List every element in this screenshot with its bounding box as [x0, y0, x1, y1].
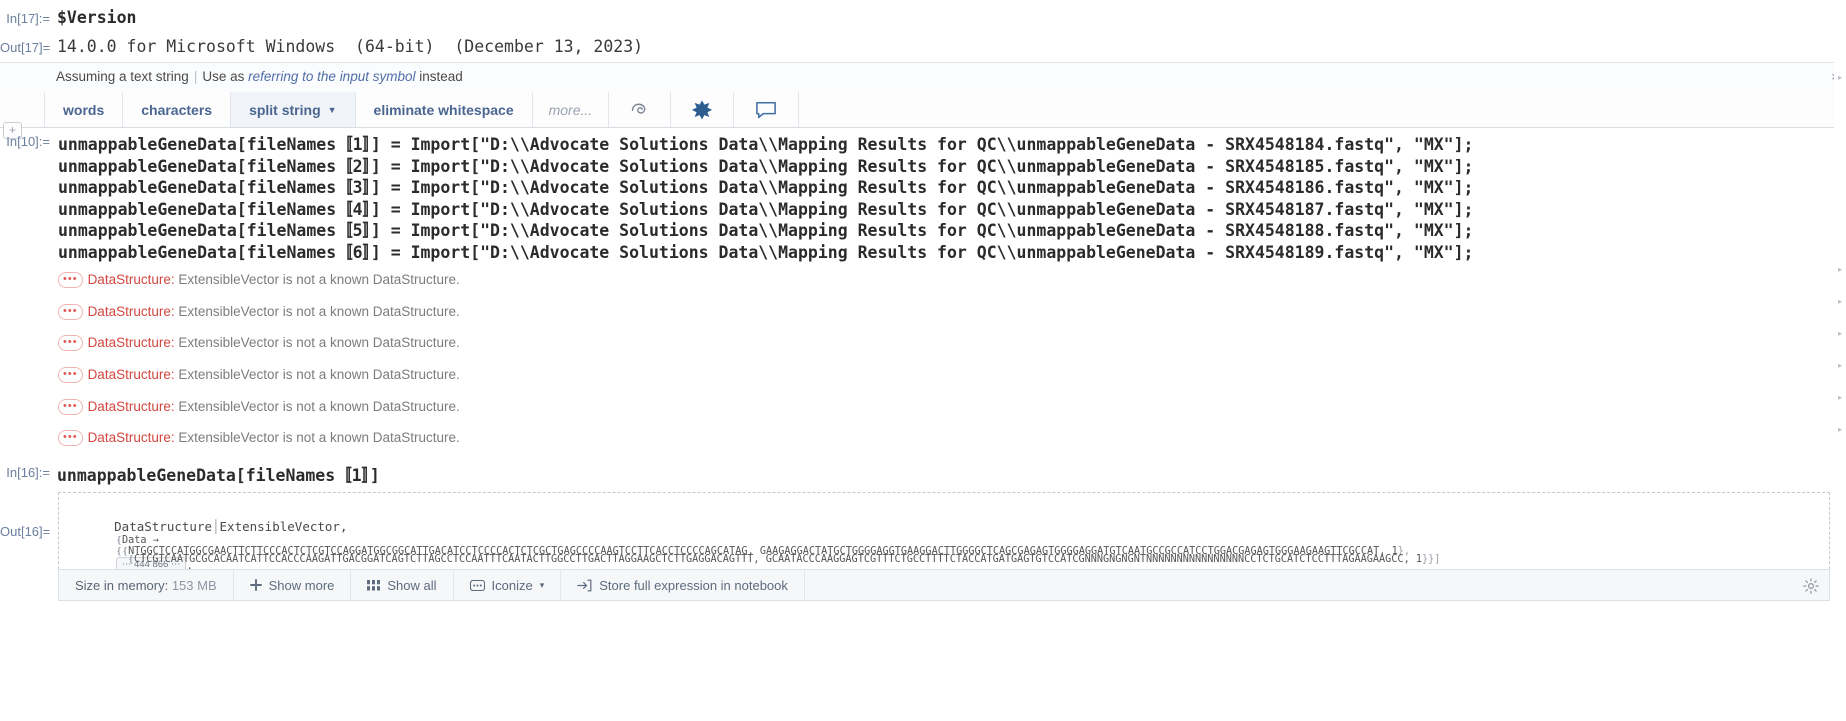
- message-tag: DataStructure: [87, 335, 171, 350]
- scroll-marker-icon: ▸: [1837, 361, 1842, 370]
- message-dots-icon[interactable]: •••: [58, 272, 83, 288]
- as-text: as: [230, 69, 245, 84]
- scroll-marker-icon: ▸: [1837, 329, 1842, 338]
- dots-icon: [469, 579, 485, 591]
- message-colon: :: [170, 399, 175, 414]
- result-sequence-2-tail: }}]: [1421, 554, 1441, 565]
- size-in-memory-value: 153 MB: [171, 577, 217, 593]
- scroll-marker-icon: ▸: [1837, 425, 1842, 434]
- suggestion-button-characters[interactable]: characters: [123, 92, 232, 127]
- query-input-code[interactable]: unmappableGeneData[fileNames〚1〛]: [57, 462, 380, 486]
- message-body: ExtensibleVector is not a known DataStru…: [178, 335, 460, 350]
- code-line: unmappableGeneData[fileNames〚6〛] = Impor…: [58, 242, 1474, 262]
- input-code-block[interactable]: unmappableGeneData[fileNames〚1〛] = Impor…: [58, 131, 1474, 262]
- show-more-label: Show more: [268, 577, 335, 593]
- scroll-marker-icon: ▸: [1837, 73, 1842, 82]
- message-body: ExtensibleVector is not a known DataStru…: [178, 399, 460, 414]
- suggestion-bar: Assuming a text string | Use as referring …: [0, 62, 1846, 94]
- in-label-17: In[17]:=: [6, 11, 50, 26]
- code-line: unmappableGeneData[fileNames〚3〛] = Impor…: [58, 178, 1474, 197]
- message-row: ••• DataStructure: ExtensibleVector is no…: [58, 399, 460, 415]
- version-output-text: 14.0.0 for Microsoft Windows (64-bit) (D…: [57, 37, 644, 56]
- message-body: ExtensibleVector is not a known DataStru…: [178, 430, 460, 445]
- refresh-icon[interactable]: [609, 92, 672, 127]
- output-action-bar: Size in memory: 153 MB Show more Show al…: [58, 569, 1830, 601]
- in-label-16: In[16]:=: [6, 465, 50, 480]
- suggestion-message: Assuming a text string | Use as referring …: [56, 69, 463, 84]
- suggestion-button-label: words: [63, 101, 105, 118]
- version-input-code[interactable]: $Version: [57, 8, 136, 27]
- grid-icon: [367, 579, 381, 591]
- suggestion-button-words[interactable]: words: [44, 92, 124, 127]
- suggestion-button-label: more...: [548, 101, 593, 118]
- code-line: unmappableGeneData[fileNames〚4〛] = Impor…: [58, 199, 1474, 219]
- plus-icon: [249, 579, 262, 591]
- message-dots-icon[interactable]: •••: [58, 367, 83, 383]
- use-text: Use: [202, 69, 227, 84]
- message-colon: :: [170, 304, 175, 319]
- result-output-box[interactable]: DataStructure│ExtensibleVector, ❴Data → …: [58, 492, 1830, 572]
- message-row: ••• DataStructure: ExtensibleVector is no…: [58, 304, 460, 320]
- message-colon: :: [170, 430, 175, 445]
- out-label-16: Out[16]=: [0, 524, 51, 539]
- message-row: ••• DataStructure: ExtensibleVector is no…: [58, 367, 460, 383]
- message-dots-icon[interactable]: •••: [58, 399, 83, 415]
- in-label-10: In[10]:=: [6, 134, 50, 149]
- message-colon: :: [170, 335, 175, 350]
- size-in-memory-status: Size in memory: 153 MB: [59, 570, 234, 600]
- chevron-down-icon: ▼: [327, 104, 337, 115]
- result-sequence-2: CTCGTCAATGCGCACAATCATTCCACCCAAGATTGACGGA…: [133, 554, 1422, 565]
- message-tag: DataStructure: [87, 367, 171, 382]
- code-line: unmappableGeneData[fileNames〚2〛] = Impor…: [58, 156, 1474, 176]
- store-full-expression-button[interactable]: Store full expression in notebook: [561, 570, 805, 600]
- suggestion-separator: |: [193, 69, 198, 84]
- size-in-memory-label: Size in memory:: [75, 577, 169, 593]
- out-label-17: Out[17]=: [0, 40, 51, 55]
- assuming-text: Assuming a text string: [56, 69, 189, 84]
- message-tag: DataStructure: [87, 272, 171, 287]
- show-more-button[interactable]: Show more: [234, 570, 352, 600]
- suggestion-button-bar: words characters split string ▼ eliminat…: [0, 92, 1846, 128]
- message-row: ••• DataStructure: ExtensibleVector is no…: [58, 430, 460, 446]
- suggestion-bar-spacer: [799, 92, 1846, 127]
- show-all-label: Show all: [387, 577, 437, 593]
- suggestion-button-label: split string: [249, 101, 321, 118]
- instead-text: instead: [419, 69, 463, 84]
- message-colon: :: [170, 367, 175, 382]
- message-body: ExtensibleVector is not a known DataStru…: [178, 272, 460, 287]
- suggestion-button-more[interactable]: more...: [533, 92, 610, 127]
- suggestion-button-label: eliminate whitespace: [373, 101, 514, 118]
- scroll-marker-icon: ▸: [1837, 265, 1842, 274]
- code-line: unmappableGeneData[fileNames〚1〛] = Impor…: [58, 135, 1474, 154]
- arrow-into-box-icon: [577, 579, 592, 592]
- suggestion-button-label: characters: [141, 101, 213, 118]
- feedback-bubble-icon[interactable]: [734, 92, 800, 127]
- message-dots-icon[interactable]: •••: [58, 430, 83, 446]
- message-dots-icon[interactable]: •••: [58, 335, 83, 351]
- vertical-scrollbar[interactable]: ▸ ▸ ▸ ▸ ▸ ▸ ▸: [1834, 0, 1846, 721]
- gear-icon[interactable]: [1803, 578, 1819, 594]
- suggestion-button-eliminate-whitespace[interactable]: eliminate whitespace: [356, 92, 533, 127]
- message-row: ••• DataStructure: ExtensibleVector is no…: [58, 272, 460, 288]
- message-dots-icon[interactable]: •••: [58, 304, 83, 320]
- message-tag: DataStructure: [87, 304, 171, 319]
- store-full-expression-label: Store full expression in notebook: [599, 577, 788, 593]
- scroll-marker-icon: ▸: [1837, 393, 1842, 402]
- message-tag: DataStructure: [87, 399, 171, 414]
- iconize-label: Iconize: [491, 577, 533, 593]
- code-line: unmappableGeneData[fileNames〚5〛] = Impor…: [58, 221, 1474, 240]
- notebook-page: In[17]:= $Version Out[17]= 14.0.0 for Mi…: [0, 0, 1846, 721]
- wolfram-spikey-icon[interactable]: [671, 92, 735, 127]
- iconize-button[interactable]: Iconize ▾: [454, 570, 562, 600]
- chevron-down-icon: ▾: [539, 579, 545, 590]
- message-tag: DataStructure: [87, 430, 171, 445]
- message-body: ExtensibleVector is not a known DataStru…: [178, 367, 460, 382]
- message-body: ExtensibleVector is not a known DataStru…: [178, 304, 460, 319]
- scroll-marker-icon: ▸: [1837, 297, 1842, 306]
- message-colon: :: [170, 272, 175, 287]
- suggestion-button-split-string[interactable]: split string ▼: [231, 92, 356, 127]
- suggestion-alternative-link[interactable]: referring to the input symbol: [248, 69, 415, 84]
- message-row: ••• DataStructure: ExtensibleVector is no…: [58, 335, 460, 351]
- show-all-button[interactable]: Show all: [351, 570, 454, 600]
